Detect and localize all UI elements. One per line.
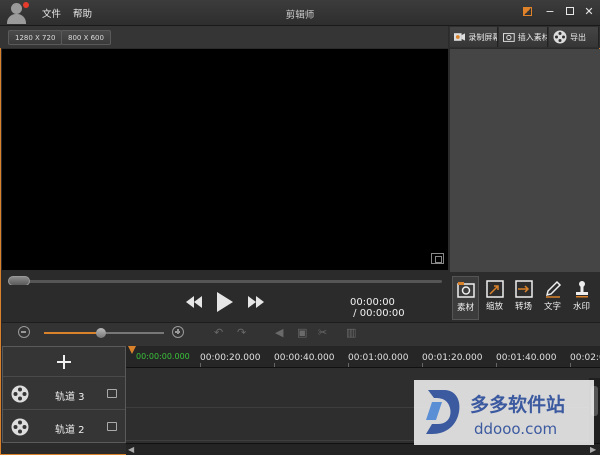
close-icon: ✕ <box>584 4 594 18</box>
timeline-ruler[interactable]: 00:00:20.000 00:00:40.000 00:01:00.000 0… <box>126 346 600 368</box>
watermark-en: ddooo.com <box>474 420 558 438</box>
ruler-label: 00:01:40.000 <box>496 353 557 363</box>
playback-controls: 00:00:00 / 00:00:00 <box>2 285 448 322</box>
stamp-icon <box>575 281 588 298</box>
zoom-in-icon[interactable] <box>172 326 184 338</box>
record-screen-button[interactable]: 录制屏幕 <box>450 27 498 47</box>
ruler-label: 00:00:40.000 <box>274 353 335 363</box>
resolution-1280-button[interactable]: 1280 X 720 <box>8 30 63 45</box>
film-reel-icon <box>11 418 29 436</box>
record-icon <box>454 33 466 41</box>
ruler-label: 00:01:20.000 <box>422 353 483 363</box>
cut-icon[interactable]: ✂ <box>318 326 327 339</box>
minimize-button[interactable]: − <box>541 3 559 19</box>
track-list: 轨道 3 轨道 2 <box>2 346 126 443</box>
pen-icon <box>545 280 561 298</box>
track-item[interactable]: 轨道 3 <box>3 378 125 410</box>
ruler-label: 00:02:0 <box>570 353 600 363</box>
tab-watermark[interactable]: 水印 <box>568 276 595 320</box>
undo-icon[interactable]: ↶ <box>214 326 223 339</box>
time-display: 00:00:00 / 00:00:00 <box>350 297 448 319</box>
tab-text[interactable]: 文字 <box>539 276 566 320</box>
watermark-logo-icon <box>426 390 460 434</box>
export-label: 导出 <box>570 32 586 42</box>
resolution-toolbar: 1280 X 720 800 X 600 <box>0 26 448 48</box>
redo-icon[interactable]: ↷ <box>237 326 246 339</box>
insert-material-label: 插入素材 <box>517 32 547 42</box>
scroll-left-icon[interactable]: ◀ <box>128 445 134 454</box>
minimize-icon: − <box>545 4 555 18</box>
seek-bar[interactable] <box>2 270 448 286</box>
current-time: 00:00:00 <box>350 297 395 308</box>
title-bar: 文件 帮助 剪辑师 − ✕ <box>0 0 600 26</box>
action-toolbar: 录制屏幕 插入素材 导出 <box>449 26 600 48</box>
time-separator: / <box>350 308 360 319</box>
playhead-time: 00:00:00.000 <box>136 352 190 361</box>
ruler-label: 00:01:00.000 <box>348 353 409 363</box>
crop-icon[interactable]: ▣ <box>297 326 307 339</box>
export-button[interactable]: 导出 <box>549 27 599 47</box>
tab-transition-label: 转场 <box>514 302 532 312</box>
material-icon <box>456 282 475 298</box>
tab-text-label: 文字 <box>543 302 561 312</box>
add-track-button[interactable] <box>3 347 125 377</box>
resolution-800-button[interactable]: 800 X 600 <box>61 30 111 45</box>
scroll-right-icon[interactable]: ▶ <box>590 445 596 454</box>
site-watermark: 多多软件站 ddooo.com <box>414 380 594 445</box>
skin-icon <box>522 6 532 16</box>
lock-icon[interactable] <box>107 389 117 398</box>
camera-icon <box>503 33 515 42</box>
play-icon[interactable] <box>217 292 233 312</box>
transition-icon <box>514 280 533 298</box>
video-preview[interactable] <box>2 49 448 270</box>
watermark-cn: 多多软件站 <box>470 394 566 416</box>
side-tabs: 素材 缩放 转场 文字 水印 <box>450 272 600 322</box>
delete-icon[interactable]: ▥ <box>346 326 356 339</box>
fullscreen-icon[interactable] <box>431 253 444 264</box>
track-name: 轨道 3 <box>55 392 85 403</box>
track-item[interactable]: 轨道 2 <box>3 411 125 443</box>
fast-forward-icon[interactable] <box>248 296 264 308</box>
mute-icon[interactable]: ◀ <box>275 326 283 339</box>
ruler-label: 00:00:20.000 <box>200 353 261 363</box>
insert-material-button[interactable]: 插入素材 <box>499 27 548 47</box>
close-button[interactable]: ✕ <box>580 3 598 19</box>
total-time: 00:00:00 <box>359 308 405 319</box>
seek-track[interactable] <box>8 280 442 283</box>
film-reel-icon <box>553 30 567 44</box>
zoom-icon <box>485 280 504 298</box>
tab-transition[interactable]: 转场 <box>510 276 537 320</box>
tab-material-label: 素材 <box>456 303 474 313</box>
material-panel <box>450 49 600 272</box>
zoom-out-icon[interactable] <box>18 326 30 338</box>
film-reel-icon <box>11 385 29 403</box>
tab-zoom[interactable]: 缩放 <box>481 276 508 320</box>
tab-zoom-label: 缩放 <box>485 302 503 312</box>
skin-button[interactable] <box>518 3 536 19</box>
record-screen-label: 录制屏幕 <box>468 32 497 42</box>
maximize-icon <box>566 7 574 15</box>
tab-watermark-label: 水印 <box>572 302 590 312</box>
app-title: 剪辑师 <box>285 10 315 21</box>
maximize-button[interactable] <box>561 3 579 19</box>
tab-material[interactable]: 素材 <box>452 276 479 320</box>
lock-icon[interactable] <box>107 422 117 431</box>
track-name: 轨道 2 <box>55 425 85 436</box>
zoom-slider-handle[interactable] <box>96 328 106 338</box>
rewind-icon[interactable] <box>186 296 202 308</box>
